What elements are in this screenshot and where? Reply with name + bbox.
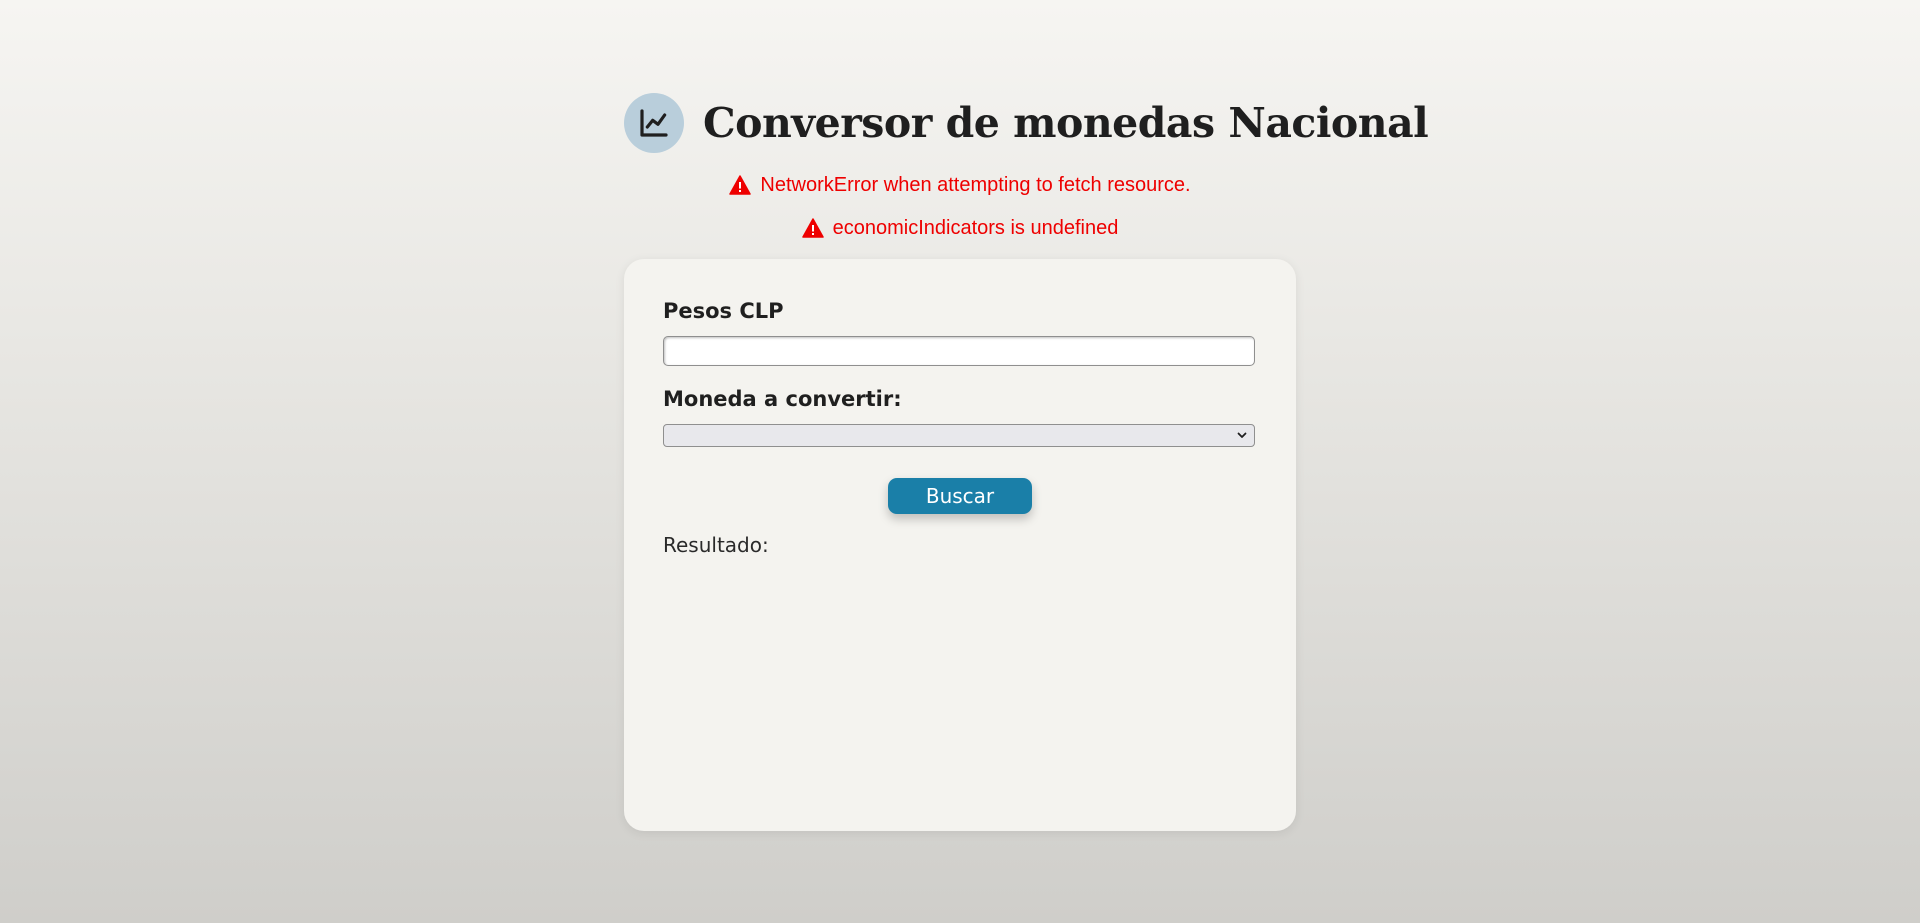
result-label: Resultado: (663, 533, 769, 557)
warning-triangle-icon (801, 218, 824, 238)
pesos-label: Pesos CLP (663, 299, 784, 323)
error-text: economicIndicators is undefined (832, 216, 1119, 239)
chart-line-icon (640, 109, 668, 137)
chevron-down-icon (1237, 432, 1247, 438)
currency-select[interactable] (663, 424, 1255, 447)
error-message: economicIndicators is undefined (0, 215, 1920, 241)
converter-card: Pesos CLP Moneda a convertir: Buscar Res… (624, 259, 1296, 831)
warning-triangle-icon (729, 175, 752, 195)
page-title: Conversor de monedas Nacional (703, 99, 1429, 147)
logo (624, 93, 684, 153)
search-button[interactable]: Buscar (888, 478, 1032, 514)
pesos-input[interactable] (663, 336, 1255, 366)
currency-label: Moneda a convertir: (663, 387, 902, 411)
error-message: NetworkError when attempting to fetch re… (0, 172, 1920, 198)
app-header: Conversor de monedas Nacional (624, 93, 1429, 153)
error-text: NetworkError when attempting to fetch re… (760, 173, 1191, 196)
